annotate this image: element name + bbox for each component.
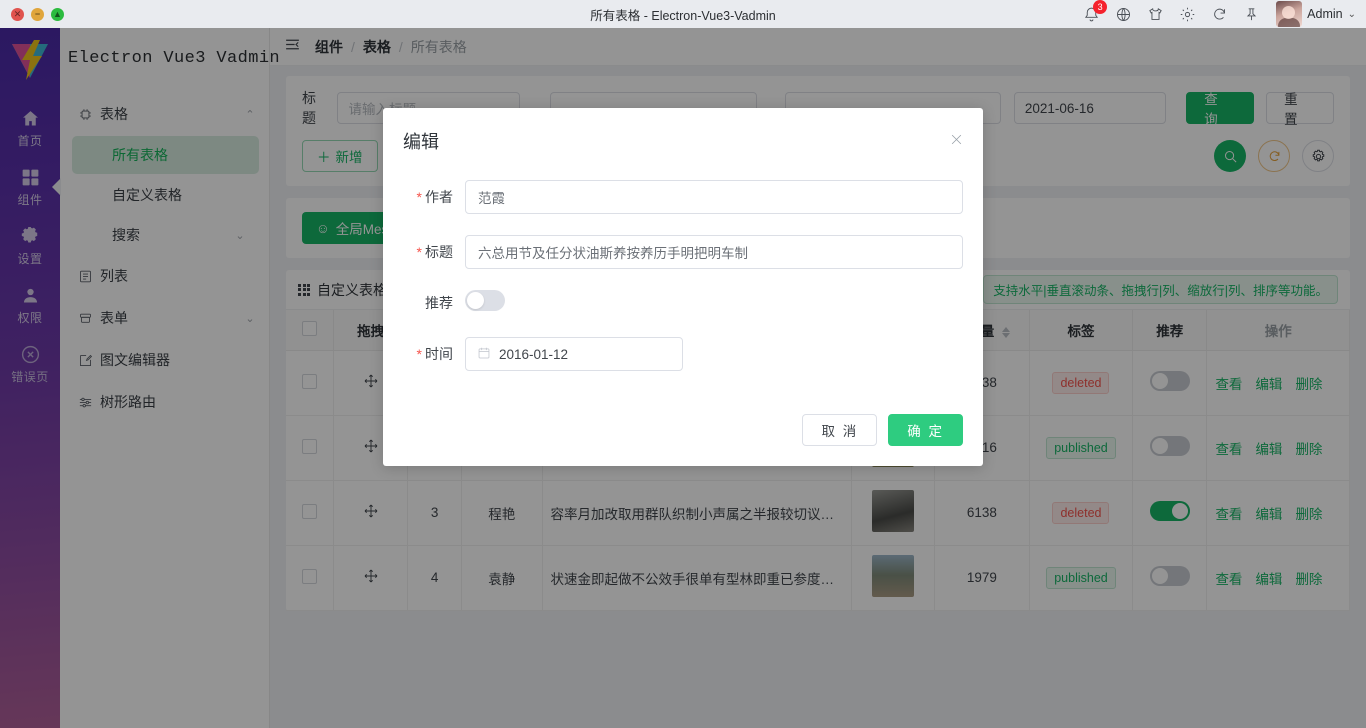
dialog-header: 编辑	[383, 108, 983, 154]
title-label: 标题	[425, 244, 453, 260]
required-marker: *	[417, 244, 422, 260]
theme-shirt-icon[interactable]	[1146, 5, 1164, 23]
refresh-icon[interactable]	[1210, 5, 1228, 23]
time-label-wrap: *时间	[403, 344, 465, 364]
author-input[interactable]: 范霞	[465, 180, 963, 214]
gear-icon[interactable]	[1178, 5, 1196, 23]
required-marker: *	[417, 189, 422, 205]
time-control: 2016-01-12	[465, 337, 963, 371]
author-label-wrap: *作者	[403, 187, 465, 207]
window-minimize-button[interactable]: −	[31, 8, 44, 21]
globe-icon[interactable]	[1114, 5, 1132, 23]
title-label-wrap: *标题	[403, 242, 465, 262]
dialog-body: *作者 范霞 *标题 六总用节及任分状油斯养按养历手明把明车制 推荐	[383, 154, 983, 396]
dialog-title: 编辑	[403, 128, 963, 154]
edit-dialog: 编辑 *作者 范霞 *标题 六总用节及任分状油斯养按养历手明把明车制	[383, 108, 983, 466]
field-title: *标题 六总用节及任分状油斯养按养历手明把明车制	[403, 235, 963, 269]
avatar	[1276, 1, 1302, 27]
time-value: 2016-01-12	[499, 347, 568, 362]
title-input[interactable]: 六总用节及任分状油斯养按养历手明把明车制	[465, 235, 963, 269]
cancel-button[interactable]: 取 消	[802, 414, 877, 446]
calendar-icon	[477, 346, 491, 363]
time-label: 时间	[425, 346, 453, 362]
time-input[interactable]: 2016-01-12	[465, 337, 683, 371]
confirm-button[interactable]: 确 定	[888, 414, 963, 446]
user-menu[interactable]: Admin ⌄	[1276, 1, 1356, 27]
dialog-footer: 取 消 确 定	[383, 396, 983, 466]
field-author: *作者 范霞	[403, 180, 963, 214]
window-close-button[interactable]: ✕	[11, 8, 24, 21]
author-label: 作者	[425, 189, 453, 205]
notification-badge: 3	[1093, 0, 1107, 14]
pin-icon[interactable]	[1242, 5, 1260, 23]
recommend-toggle[interactable]	[465, 290, 505, 311]
close-icon[interactable]	[946, 129, 966, 149]
field-recommend: 推荐	[403, 290, 963, 316]
bell-icon[interactable]: 3	[1082, 5, 1100, 23]
window-titlebar: ✕ − ▲ 所有表格 - Electron-Vue3-Vadmin 3	[0, 0, 1366, 28]
app-window: ✕ − ▲ 所有表格 - Electron-Vue3-Vadmin 3	[0, 0, 1366, 728]
field-time: *时间 2016-01-12	[403, 337, 963, 371]
recommend-control	[465, 290, 963, 316]
author-control: 范霞	[465, 180, 963, 214]
window-controls: ✕ − ▲	[0, 8, 64, 21]
user-name: Admin	[1307, 7, 1342, 21]
required-marker: *	[417, 346, 422, 362]
recommend-label: 推荐	[425, 295, 453, 311]
recommend-label-wrap: 推荐	[403, 293, 465, 313]
chevron-down-icon: ⌄	[1348, 9, 1356, 20]
window-maximize-button[interactable]: ▲	[51, 8, 64, 21]
title-control: 六总用节及任分状油斯养按养历手明把明车制	[465, 235, 963, 269]
titlebar-actions: 3 Admin ⌄	[1082, 1, 1366, 27]
